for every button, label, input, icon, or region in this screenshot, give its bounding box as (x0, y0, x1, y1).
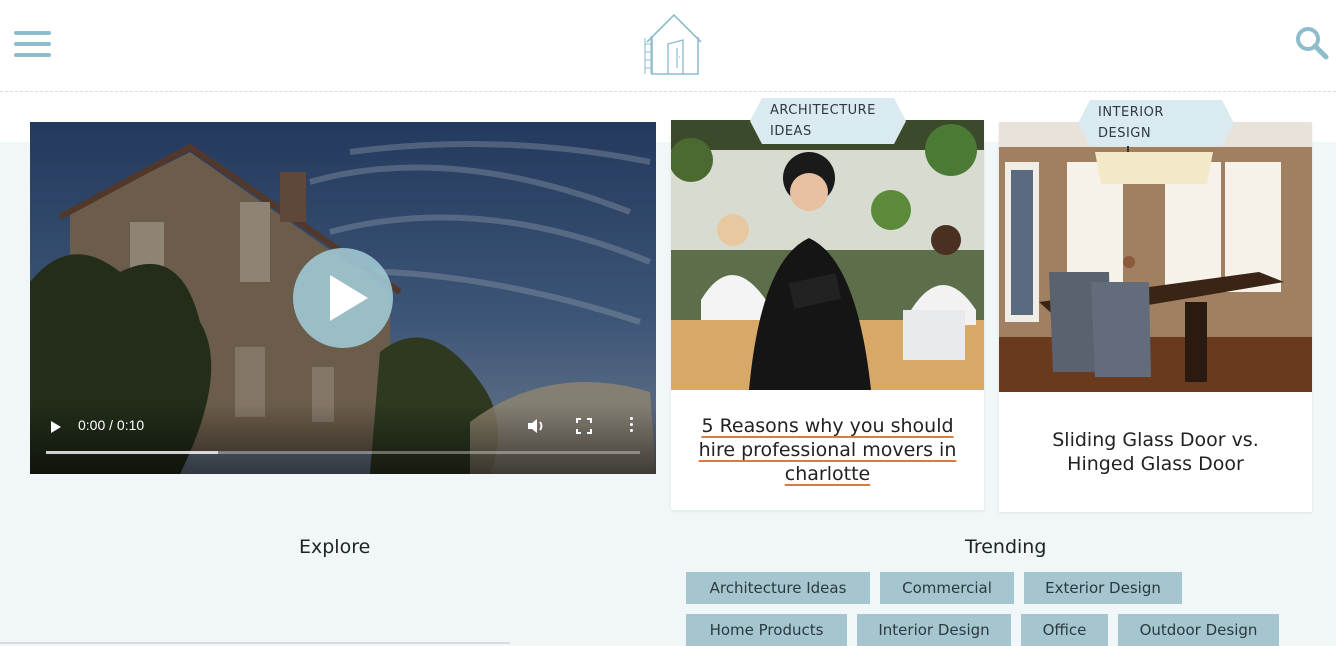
search-icon[interactable] (1295, 26, 1329, 60)
article-image-dining-room[interactable] (999, 122, 1312, 392)
trending-tag[interactable]: Exterior Design (1024, 572, 1182, 604)
play-icon[interactable] (50, 420, 62, 434)
volume-icon[interactable] (526, 417, 546, 435)
trending-tag[interactable]: Commercial (880, 572, 1014, 604)
explore-heading: Explore (299, 536, 371, 558)
video-play-overlay-button[interactable] (293, 248, 393, 348)
fullscreen-icon[interactable] (576, 418, 592, 434)
trending-tag[interactable]: Outdoor Design (1118, 614, 1279, 646)
article-title-link[interactable]: 5 Reasons why you should hire profession… (689, 414, 966, 486)
trending-tag[interactable]: Architecture Ideas (686, 572, 870, 604)
house-logo-icon[interactable] (643, 12, 705, 76)
category-badge[interactable]: INTERIOR DESIGN (1078, 100, 1234, 146)
article-title-link[interactable]: Sliding Glass Door vs. Hinged Glass Door (1017, 428, 1294, 476)
more-options-icon[interactable] (626, 417, 636, 435)
header-divider (0, 91, 1336, 92)
hamburger-menu-icon[interactable] (14, 31, 52, 57)
trending-tag[interactable]: Home Products (686, 614, 847, 646)
trending-heading: Trending (965, 536, 1047, 558)
trending-tag[interactable]: Office (1021, 614, 1108, 646)
category-badge[interactable]: ARCHITECTURE IDEAS (750, 98, 906, 144)
video-time: 0:00 / 0:10 (78, 417, 145, 433)
video-controls: 0:00 / 0:10 (30, 404, 656, 474)
video-progress-fill (46, 451, 219, 454)
video-progress-bar[interactable] (46, 451, 640, 454)
article-card-2[interactable]: Sliding Glass Door vs. Hinged Glass Door (999, 122, 1312, 512)
trending-tag[interactable]: Interior Design (857, 614, 1011, 646)
article-image-office[interactable] (671, 120, 984, 390)
article-card-1[interactable]: 5 Reasons why you should hire profession… (671, 120, 984, 510)
